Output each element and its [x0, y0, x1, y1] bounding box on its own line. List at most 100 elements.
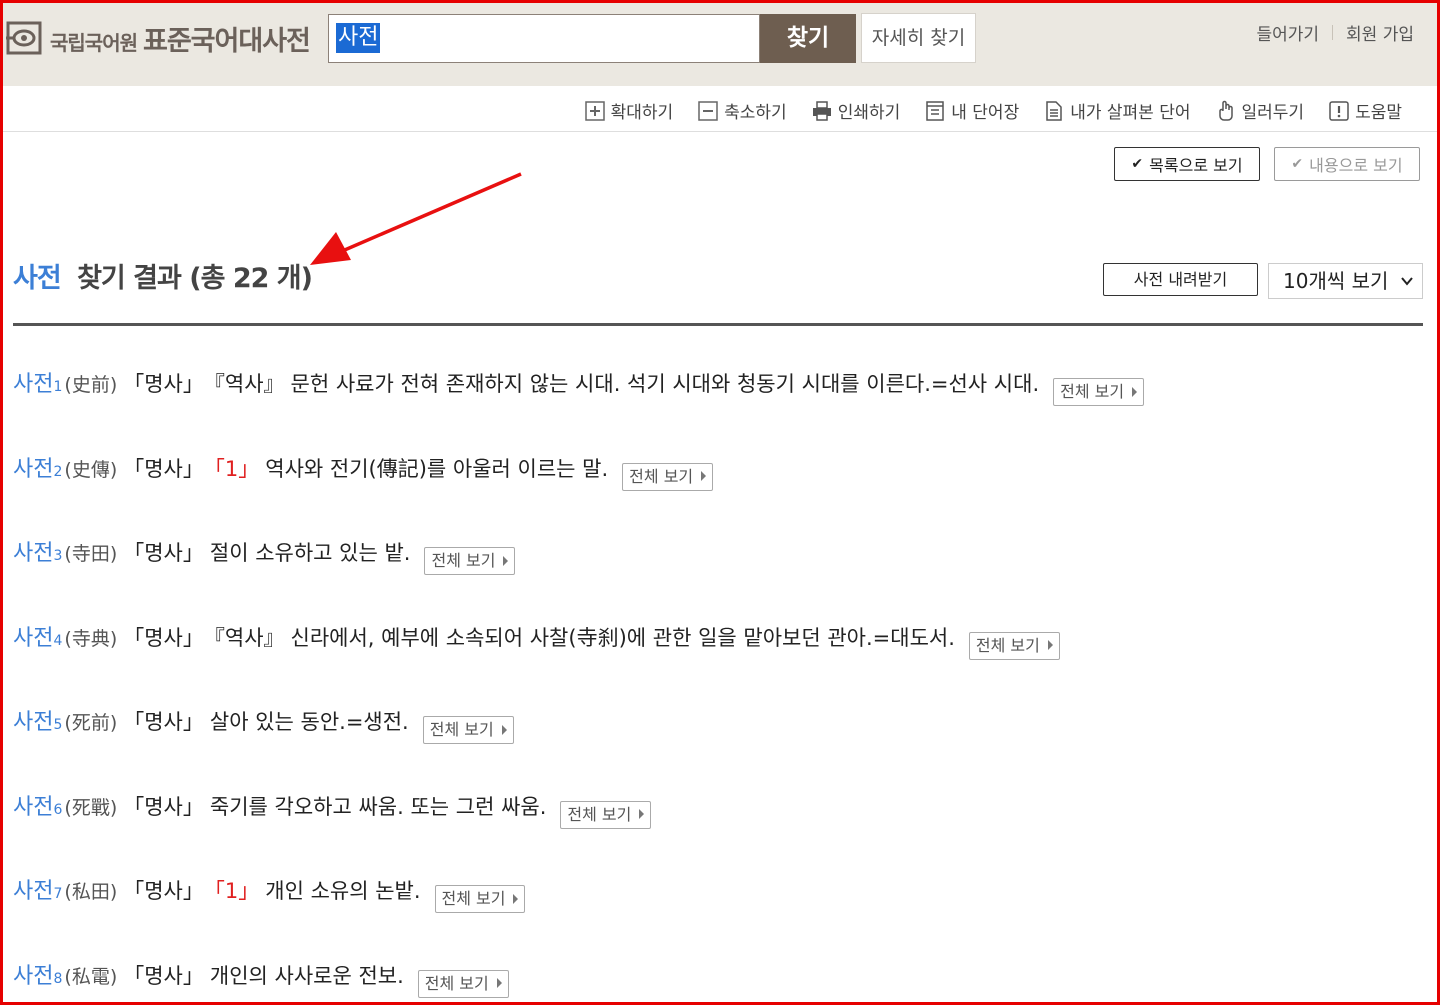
entry-hanja: (死前)	[64, 712, 118, 734]
view-full-button[interactable]: 전체 보기	[422, 716, 514, 744]
entry-hanja: (寺田)	[64, 543, 118, 565]
content-view-label: 내용으로 보기	[1309, 156, 1403, 175]
toolbar: 확대하기 축소하기 인쇄하기 내 단어장 내가 살펴본 단어 일러두기 도움말	[0, 86, 1440, 132]
per-page-value: 10개씩 보기	[1283, 269, 1389, 293]
list-item: 사전 5 (死前) 「명사」 살아 있는 동안.=생전. 전체 보기	[13, 700, 1423, 785]
link-divider	[1332, 25, 1334, 40]
view-full-label: 전체 보기	[629, 466, 694, 486]
triangle-right-icon	[513, 893, 519, 904]
search-box[interactable]: 사전	[328, 14, 760, 63]
triangle-right-icon	[501, 724, 507, 735]
viewed-words-button[interactable]: 내가 살펴본 단어	[1043, 98, 1191, 123]
entry-word[interactable]: 사전	[13, 873, 53, 905]
search-button[interactable]: 찾기	[760, 14, 856, 63]
view-full-button[interactable]: 전체 보기	[434, 885, 526, 913]
zoom-out-button[interactable]: 축소하기	[697, 98, 787, 123]
entry-pos: 「명사」	[123, 372, 204, 396]
entry-definition: 개인의 사사로운 전보.	[209, 963, 404, 988]
notice-button[interactable]: 일러두기	[1215, 98, 1305, 123]
entry-word[interactable]: 사전	[13, 451, 53, 483]
print-label: 인쇄하기	[837, 103, 901, 123]
entry-hanja: (私田)	[64, 881, 118, 903]
logo-org: 국립국어원	[50, 30, 138, 55]
view-full-label: 전체 보기	[431, 551, 496, 570]
logo-text: 국립국어원 표준국어대사전	[50, 19, 311, 58]
list-item: 사전 7 (私田) 「명사」 「1」 개인 소유의 논밭. 전체 보기	[13, 869, 1423, 954]
my-words-button[interactable]: 내 단어장	[924, 98, 1019, 123]
entry-word[interactable]: 사전	[13, 620, 53, 652]
entry-hanja: (史前)	[64, 374, 118, 396]
download-dictionary-button[interactable]: 사전 내려받기	[1103, 263, 1258, 296]
print-button[interactable]: 인쇄하기	[811, 98, 901, 123]
entry-pos: 「명사」	[123, 710, 204, 734]
view-full-label: 전체 보기	[429, 720, 494, 739]
check-icon: ✔	[1291, 156, 1304, 172]
help-label: 도움말	[1355, 103, 1402, 123]
entry-field: 『역사』	[203, 625, 285, 650]
chevron-down-icon	[1401, 277, 1413, 286]
entry-word[interactable]: 사전	[13, 366, 53, 398]
view-full-label: 전체 보기	[441, 889, 506, 908]
result-heading: 사전 찾기 결과 (총 22 개)	[13, 256, 313, 295]
list-item: 사전 2 (史傳) 「명사」 「1」 역사와 전기(傳記)를 아울러 이르는 말. 전…	[13, 447, 1423, 532]
logo-icon	[6, 21, 42, 55]
site-logo[interactable]: 국립국어원 표준국어대사전	[6, 19, 311, 58]
triangle-right-icon	[496, 978, 502, 988]
view-full-button[interactable]: 전체 보기	[424, 547, 516, 575]
result-divider	[13, 323, 1423, 326]
zoom-in-label: 확대하기	[610, 103, 674, 123]
triangle-right-icon	[503, 555, 509, 566]
search-input[interactable]: 사전	[336, 23, 381, 53]
content-view-button[interactable]: ✔ 내용으로 보기	[1274, 147, 1420, 181]
entry-definition: 절이 소유하고 있는 밭.	[209, 541, 411, 565]
entry-word[interactable]: 사전	[13, 789, 53, 821]
user-links: 들어가기 회원 가입	[1256, 20, 1414, 45]
list-view-button[interactable]: ✔ 목록으로 보기	[1114, 147, 1260, 181]
view-full-label: 전체 보기	[975, 635, 1040, 655]
entry-sense: 「1」	[203, 456, 260, 481]
list-item: 사전 4 (寺典) 「명사」 『역사』 신라에서, 예부에 소속되어 사찰(寺刹)에 …	[13, 616, 1423, 701]
entry-pos: 「명사」	[123, 879, 204, 903]
view-full-button[interactable]: 전체 보기	[560, 800, 652, 829]
zoom-in-button[interactable]: 확대하기	[584, 98, 674, 123]
triangle-right-icon	[701, 471, 707, 481]
entry-definition: 신라에서, 예부에 소속되어 사찰(寺刹)에 관한 일을 맡아보던 관아.=대도…	[290, 625, 955, 650]
list-view-label: 목록으로 보기	[1149, 156, 1243, 175]
document-icon	[1046, 100, 1062, 121]
plus-box-icon	[584, 100, 605, 121]
entry-hanja: (死戰)	[64, 796, 118, 819]
entry-definition: 죽기를 각오하고 싸움. 또는 그런 싸움.	[209, 794, 547, 819]
login-link[interactable]: 들어가기	[1256, 20, 1319, 45]
list-item: 사전 1 (史前) 「명사」 『역사』 문헌 사료가 전혀 존재하지 않는 시대. 석…	[13, 362, 1423, 447]
entry-word[interactable]: 사전	[13, 958, 53, 990]
hand-pointer-icon	[1218, 100, 1233, 121]
entry-definition: 역사와 전기(傳記)를 아울러 이르는 말.	[265, 456, 609, 481]
view-full-button[interactable]: 전체 보기	[622, 462, 714, 491]
entry-sense: 「1」	[203, 879, 260, 903]
signup-link[interactable]: 회원 가입	[1346, 20, 1414, 45]
entry-hanja: (寺典)	[64, 627, 118, 650]
view-full-button[interactable]: 전체 보기	[1053, 378, 1145, 406]
entry-hanja: (私電)	[64, 965, 118, 988]
result-query: 사전	[13, 263, 62, 294]
entry-pos: 「명사」	[123, 625, 204, 650]
view-full-button[interactable]: 전체 보기	[417, 969, 509, 998]
list-item: 사전 6 (死戰) 「명사」 죽기를 각오하고 싸움. 또는 그런 싸움. 전체 보…	[13, 785, 1423, 870]
list-item: 사전 3 (寺田) 「명사」 절이 소유하고 있는 밭. 전체 보기	[13, 531, 1423, 616]
entry-word[interactable]: 사전	[13, 704, 53, 736]
list-item: 사전 8 (私電) 「명사」 개인의 사사로운 전보. 전체 보기	[13, 954, 1423, 1005]
view-full-button[interactable]: 전체 보기	[968, 631, 1060, 660]
notice-label: 일러두기	[1241, 103, 1305, 123]
per-page-select[interactable]: 10개씩 보기	[1268, 263, 1423, 299]
result-count: 찾기 결과 (총 22 개)	[77, 263, 313, 294]
entry-pos: 「명사」	[123, 794, 204, 819]
entry-pos: 「명사」	[123, 541, 204, 565]
entry-word[interactable]: 사전	[13, 535, 53, 567]
view-full-label: 전체 보기	[424, 973, 489, 993]
help-button[interactable]: 도움말	[1328, 98, 1402, 123]
printer-icon	[812, 100, 831, 121]
minus-box-icon	[698, 100, 718, 121]
entry-pos: 「명사」	[123, 963, 204, 988]
detail-search-button[interactable]: 자세히 찾기	[861, 13, 976, 63]
result-list: 사전 1 (史前) 「명사」 『역사』 문헌 사료가 전혀 존재하지 않는 시대. 석…	[13, 362, 1423, 1005]
